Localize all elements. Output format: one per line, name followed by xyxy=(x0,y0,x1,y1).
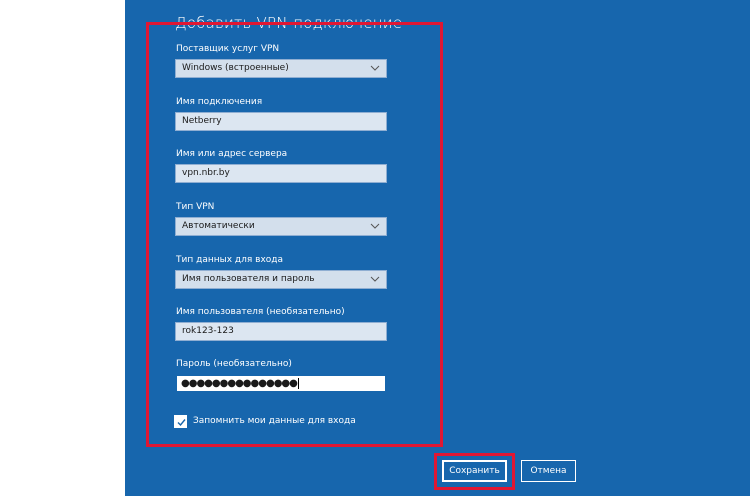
vpn-type-select[interactable]: Автоматически xyxy=(175,217,387,236)
provider-select[interactable]: Windows (встроенные) xyxy=(175,59,387,78)
signin-type-label: Тип данных для входа xyxy=(176,255,284,265)
remember-checkbox[interactable] xyxy=(174,415,187,428)
remember-label[interactable]: Запомнить мои данные для входа xyxy=(193,416,356,426)
password-value: ●●●●●●●●●●●●●●● xyxy=(181,378,298,389)
background-left xyxy=(0,0,125,496)
provider-label: Поставщик услуг VPN xyxy=(176,44,280,54)
checkmark-icon xyxy=(177,419,186,427)
connection-name-value: Netberry xyxy=(182,116,222,126)
text-caret xyxy=(297,378,299,389)
username-label: Имя пользователя (необязательно) xyxy=(176,307,345,317)
server-value: vpn.nbr.by xyxy=(182,168,230,178)
chevron-down-icon xyxy=(370,223,380,229)
connection-name-field[interactable]: Netberry xyxy=(175,112,387,131)
signin-type-select[interactable]: Имя пользователя и пароль xyxy=(175,270,387,289)
connection-name-label: Имя подключения xyxy=(176,97,263,107)
cancel-button[interactable]: Отмена xyxy=(521,460,576,482)
provider-value: Windows (встроенные) xyxy=(182,63,289,73)
chevron-down-icon xyxy=(370,276,380,282)
username-field[interactable]: rok123-123 xyxy=(175,322,387,341)
username-value: rok123-123 xyxy=(182,326,234,336)
vpn-type-value: Автоматически xyxy=(182,221,255,231)
vpn-type-label: Тип VPN xyxy=(176,202,215,212)
chevron-down-icon xyxy=(370,65,380,71)
password-field[interactable]: ●●●●●●●●●●●●●●● xyxy=(175,374,387,393)
save-button[interactable]: Сохранить xyxy=(442,460,507,482)
signin-type-value: Имя пользователя и пароль xyxy=(182,274,315,284)
password-label: Пароль (необязательно) xyxy=(176,359,292,369)
server-field[interactable]: vpn.nbr.by xyxy=(175,164,387,183)
server-label: Имя или адрес сервера xyxy=(176,149,288,159)
